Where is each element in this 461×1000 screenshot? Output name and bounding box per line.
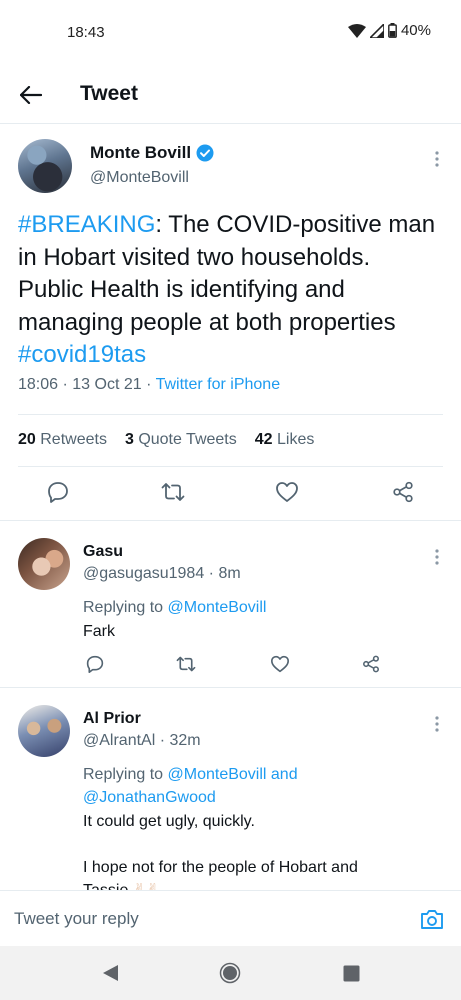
reply-input[interactable]: Tweet your reply (14, 909, 139, 929)
reply-text-fragment: Tassie (83, 882, 128, 890)
divider (18, 466, 443, 467)
retweets-stat[interactable]: 20 Retweets (18, 431, 107, 449)
avatar[interactable] (18, 538, 70, 590)
top-bar: Tweet (0, 66, 461, 124)
more-options-button[interactable] (427, 147, 447, 171)
more-vertical-icon (435, 549, 439, 565)
more-vertical-icon (435, 716, 439, 732)
reply-button[interactable] (80, 649, 110, 679)
tweet-text: #BREAKING: The COVID-positive man in Hob… (18, 209, 438, 372)
nav-recents-button[interactable] (340, 962, 362, 984)
display-name: Monte Bovill (90, 143, 192, 162)
status-time: 18:43 (67, 24, 105, 41)
reply-tweet[interactable]: Gasu @gasugasu1984 · 8m Replying to @Mon… (0, 521, 461, 687)
reply-tweet[interactable]: Al Prior @AlrantAl · 32m Replying to @Mo… (0, 688, 461, 890)
back-button[interactable] (14, 78, 48, 112)
more-options-button[interactable] (427, 712, 447, 736)
author-handle[interactable]: @gasugasu1984 (83, 565, 204, 582)
tweet-stats: 20 Retweets 3 Quote Tweets 42 Likes (18, 431, 314, 449)
nav-home-button[interactable] (219, 962, 241, 984)
separator: · (204, 565, 219, 582)
system-nav-bar (0, 946, 461, 1000)
quote-tweets-stat[interactable]: 3 Quote Tweets (125, 431, 237, 449)
reply-icon (86, 655, 104, 673)
display-name[interactable]: Al Prior (83, 710, 141, 728)
share-icon (393, 481, 413, 503)
battery-icon (388, 23, 397, 38)
reply-text-line: Tassie ✌✌ (83, 879, 423, 890)
tweet-time: 18:06 (18, 376, 59, 393)
retweets-label: Retweets (40, 431, 107, 448)
replying-to: Replying to @MonteBovill (83, 596, 423, 619)
nav-back-button[interactable] (99, 962, 121, 984)
reply-compose-bar[interactable]: Tweet your reply (0, 890, 461, 946)
replying-prefix: Replying to (83, 766, 168, 783)
reply-button[interactable] (43, 477, 73, 507)
handle-and-age: @AlrantAl · 32m (83, 732, 201, 750)
share-icon (363, 655, 379, 673)
retweets-count: 20 (18, 431, 36, 448)
retweet-icon (176, 656, 196, 672)
author-handle[interactable]: @AlrantAl (83, 732, 155, 749)
emoji: ✌✌ (133, 882, 160, 890)
tweet-actions (0, 475, 461, 525)
tweet-age: 32m (169, 732, 201, 749)
display-name[interactable]: Gasu (83, 543, 123, 561)
divider (18, 414, 443, 415)
separator: · (62, 376, 73, 393)
tweet-source-link[interactable]: Twitter for iPhone (156, 376, 281, 393)
heart-icon (276, 482, 298, 502)
signal-icon (369, 23, 384, 38)
tweet-date: 13 Oct 21 (72, 376, 142, 393)
avatar[interactable] (18, 705, 70, 757)
mention-link[interactable]: @MonteBovill (168, 599, 267, 616)
tweet-meta: 18:06 · 13 Oct 21 · Twitter for iPhone (18, 376, 280, 394)
handle-and-age: @gasugasu1984 · 8m (83, 565, 241, 583)
reply-text: Fark (83, 623, 115, 640)
camera-icon (421, 909, 443, 929)
quotes-count: 3 (124, 431, 134, 448)
separator: · (155, 732, 170, 749)
author-handle[interactable]: @MonteBovill (90, 169, 189, 187)
hashtag-link[interactable]: #BREAKING (18, 211, 155, 238)
reply-text-line: It could get ugly, quickly. (83, 813, 255, 830)
likes-label: Likes (277, 431, 315, 448)
likes-count: 42 (254, 431, 273, 448)
tweet-age: 8m (218, 565, 241, 582)
separator: · (146, 376, 156, 393)
replying-join: and (266, 766, 298, 783)
camera-button[interactable] (419, 907, 445, 931)
like-button[interactable] (265, 649, 295, 679)
page-title: Tweet (80, 82, 138, 105)
avatar[interactable] (18, 139, 72, 193)
hashtag-link[interactable]: #covid19tas (18, 341, 146, 368)
square-recents-icon (343, 965, 359, 981)
triangle-back-icon (103, 965, 118, 981)
more-options-button[interactable] (427, 545, 447, 569)
replying-to: Replying to @MonteBovill and @JonathanGwo… (83, 763, 423, 809)
mention-link[interactable]: @JonathanGwood (83, 789, 216, 806)
retweet-button[interactable] (171, 649, 201, 679)
more-vertical-icon (435, 151, 439, 167)
reply-icon (48, 482, 68, 503)
retweet-icon (161, 483, 185, 501)
verified-badge-icon (196, 144, 214, 162)
mention-link[interactable]: @MonteBovill (168, 766, 267, 783)
like-button[interactable] (272, 477, 302, 507)
share-button[interactable] (356, 649, 386, 679)
reply-text-line: I hope not for the people of Hobart and (83, 859, 358, 876)
replying-prefix: Replying to (83, 599, 168, 616)
likes-stat[interactable]: 42 Likes (255, 431, 315, 449)
status-icons: 40% (347, 22, 431, 39)
retweet-button[interactable] (158, 477, 188, 507)
status-bar: 18:43 40% (0, 0, 461, 64)
heart-icon (271, 655, 289, 673)
battery-percent: 40% (400, 22, 431, 39)
wifi-icon (347, 23, 366, 38)
author-name-row[interactable]: Monte Bovill (90, 143, 214, 163)
circle-home-icon (219, 962, 241, 984)
share-button[interactable] (388, 477, 418, 507)
quotes-label: Quote Tweets (138, 431, 237, 448)
arrow-left-icon (20, 86, 42, 104)
